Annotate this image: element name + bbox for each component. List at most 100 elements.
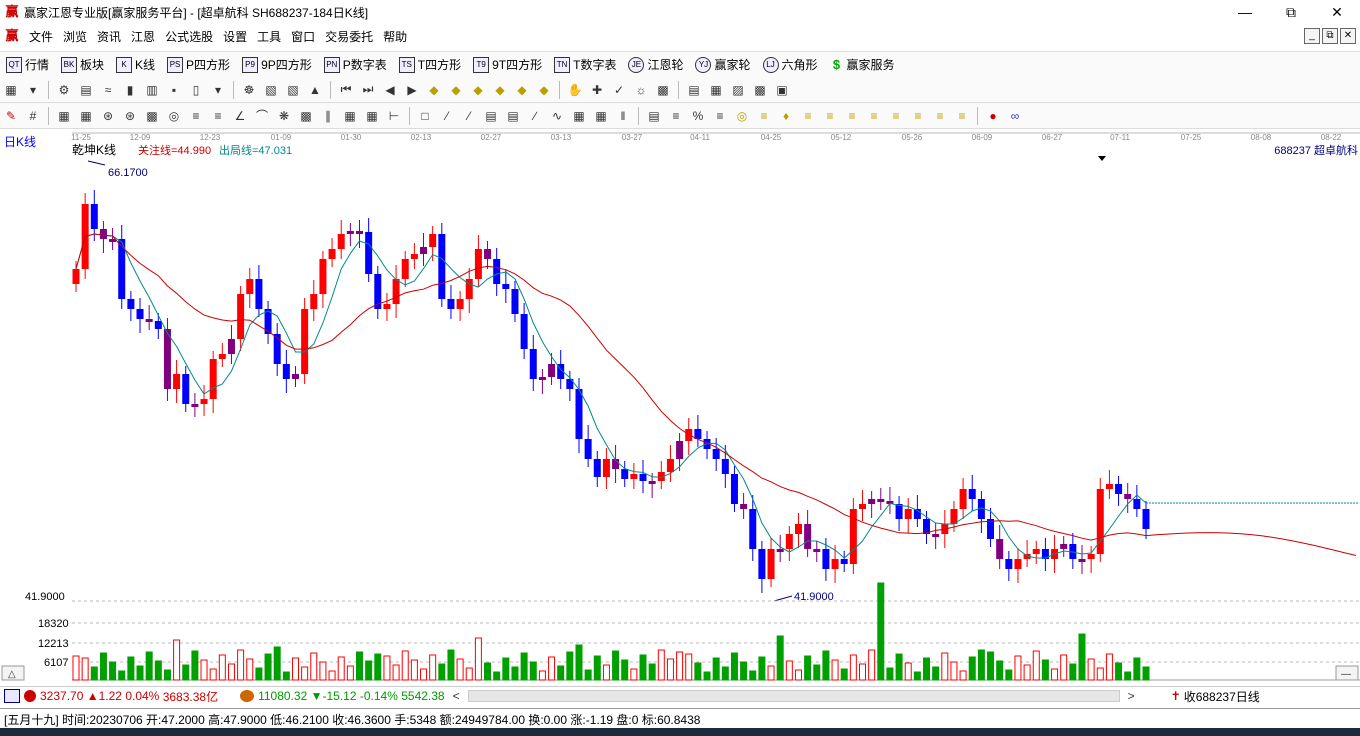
calc-icon[interactable]: ▦ <box>707 81 725 99</box>
gann-fan-icon[interactable]: ⊛ <box>99 107 117 125</box>
hatch-icon[interactable]: ▤ <box>504 107 522 125</box>
hatch-icon[interactable]: ▤ <box>482 107 500 125</box>
menu-browse[interactable]: 浏览 <box>58 28 92 45</box>
scroll-right-icon[interactable]: > <box>1128 689 1135 703</box>
hash-icon[interactable]: # <box>24 107 42 125</box>
infinity-icon[interactable]: ∞ <box>1006 107 1024 125</box>
gann-icon[interactable]: ☼ <box>632 81 650 99</box>
parallel-icon[interactable]: ‖ <box>614 107 632 125</box>
slash-icon[interactable]: ⁄ <box>438 107 456 125</box>
settings-icon[interactable]: ☸ <box>240 81 258 99</box>
tb-service-button[interactable]: $ 赢家服务 <box>824 56 901 73</box>
tb-p-square-button[interactable]: PS P四方形 <box>161 56 236 73</box>
favorite-icon[interactable]: ✝ <box>1171 689 1181 703</box>
dropdown-icon[interactable]: ▾ <box>24 81 42 99</box>
slash-icon[interactable]: ⁄ <box>460 107 478 125</box>
scroll-up-icon[interactable]: △ <box>8 669 16 680</box>
diamond-icon[interactable]: ◆ <box>447 81 465 99</box>
chart-svg[interactable]: 11-25 12-09 12-23 01-09 01-30 02-13 02-27 03-13… <box>0 129 1360 684</box>
tb-9t-square-button[interactable]: T9 9T四方形 <box>467 56 548 73</box>
lines-icon[interactable]: ∥ <box>319 107 337 125</box>
box-icon[interactable]: ▩ <box>297 107 315 125</box>
mdi-close-icon[interactable]: ✕ <box>1340 28 1356 44</box>
gold-icon[interactable]: ≡ <box>799 107 817 125</box>
diamond-icon[interactable]: ◆ <box>513 81 531 99</box>
next-icon[interactable]: ▶ <box>403 81 421 99</box>
pattern-icon[interactable]: ▩ <box>654 81 672 99</box>
compare2-icon[interactable]: ▧ <box>284 81 302 99</box>
tb-quote-button[interactable]: QT 行情 <box>0 56 55 73</box>
draw-icon[interactable]: ✓ <box>610 81 628 99</box>
tb-hexagon-button[interactable]: LJ 六角形 <box>757 56 824 73</box>
calendar-icon[interactable]: ▤ <box>685 81 703 99</box>
gold-icon[interactable]: ≡ <box>755 107 773 125</box>
hand-icon[interactable]: ✋ <box>566 81 584 99</box>
print-icon[interactable]: ▩ <box>751 81 769 99</box>
table-icon[interactable]: ▤ <box>645 107 663 125</box>
lines-icon[interactable]: ≡ <box>209 107 227 125</box>
tb-p-number-button[interactable]: PN P数字表 <box>318 56 393 73</box>
crosshair-icon[interactable]: ✚ <box>588 81 606 99</box>
last-icon[interactable]: ⏭ <box>359 81 377 99</box>
restore-icon[interactable]: ⧉ <box>1268 0 1314 24</box>
zigzag-icon[interactable]: ∿ <box>548 107 566 125</box>
gann-fan-icon[interactable]: ⊛ <box>121 107 139 125</box>
grid-icon[interactable]: ▦ <box>570 107 588 125</box>
box-icon[interactable]: ▪ <box>165 81 183 99</box>
tb-sector-button[interactable]: BK 板块 <box>55 56 110 73</box>
close-icon[interactable]: ✕ <box>1314 0 1360 24</box>
menu-window[interactable]: 窗口 <box>286 28 320 45</box>
minimize-icon[interactable]: — <box>1222 0 1268 24</box>
compare-icon[interactable]: ▧ <box>262 81 280 99</box>
export-icon[interactable]: ▣ <box>773 81 791 99</box>
menu-trade[interactable]: 交易委托 <box>320 28 378 45</box>
zoom-icon[interactable]: ⚙ <box>55 81 73 99</box>
prev-icon[interactable]: ◀ <box>381 81 399 99</box>
star-icon[interactable]: ❋ <box>275 107 293 125</box>
fib-icon[interactable]: ≡ <box>711 107 729 125</box>
diamond-icon[interactable]: ◆ <box>469 81 487 99</box>
diamond-icon[interactable]: ◆ <box>535 81 553 99</box>
trend-icon[interactable]: ∕ <box>526 107 544 125</box>
gold-icon[interactable]: ≡ <box>931 107 949 125</box>
gann-box-icon[interactable]: ▩ <box>143 107 161 125</box>
gold-icon[interactable]: ≡ <box>909 107 927 125</box>
highlight-icon[interactable]: ▲ <box>306 81 324 99</box>
gold-icon[interactable]: ≡ <box>843 107 861 125</box>
grid-icon[interactable]: ▦ <box>363 107 381 125</box>
grid-icon[interactable] <box>4 689 20 703</box>
scroll-right-icon[interactable]: — <box>1341 669 1351 680</box>
fib-icon[interactable]: ≡ <box>667 107 685 125</box>
menu-tools[interactable]: 工具 <box>252 28 286 45</box>
bar-chart-icon[interactable]: ▥ <box>143 81 161 99</box>
diamond-icon[interactable]: ◆ <box>491 81 509 99</box>
gold-icon[interactable]: ≡ <box>821 107 839 125</box>
period-select-icon[interactable]: ▦ <box>2 81 20 99</box>
gold-icon[interactable]: ≡ <box>865 107 883 125</box>
menu-settings[interactable]: 设置 <box>218 28 252 45</box>
pen-icon[interactable]: ✎ <box>2 107 20 125</box>
tb-t-number-button[interactable]: TN T数字表 <box>548 56 622 73</box>
kline-chart[interactable]: 11-25 12-09 12-23 01-09 01-30 02-13 02-27 03-13… <box>0 129 1360 684</box>
menu-gann[interactable]: 江恩 <box>126 28 160 45</box>
gann-grid-icon[interactable]: ▦ <box>77 107 95 125</box>
gold-icon[interactable]: ≡ <box>887 107 905 125</box>
save-icon[interactable]: ▨ <box>729 81 747 99</box>
diamond-icon[interactable]: ◆ <box>425 81 443 99</box>
percent-icon[interactable]: % <box>689 107 707 125</box>
document-icon[interactable]: ▤ <box>77 81 95 99</box>
dropdown-icon[interactable]: ▾ <box>209 81 227 99</box>
chart-wave-icon[interactable]: ≈ <box>99 81 117 99</box>
mdi-app-icon[interactable]: 赢 <box>4 28 20 44</box>
color-icon[interactable]: ● <box>984 107 1002 125</box>
grid-icon[interactable]: ▦ <box>341 107 359 125</box>
menu-help[interactable]: 帮助 <box>378 28 412 45</box>
first-icon[interactable]: ⏮ <box>337 81 355 99</box>
menu-news[interactable]: 资讯 <box>92 28 126 45</box>
angle-icon[interactable]: ∠ <box>231 107 249 125</box>
bracket-icon[interactable]: ⊢ <box>385 107 403 125</box>
arc-icon[interactable]: ⌒ <box>253 107 271 125</box>
tb-winner-wheel-button[interactable]: YJ 赢家轮 <box>689 56 756 73</box>
gold-icon[interactable]: ◎ <box>733 107 751 125</box>
mdi-restore-icon[interactable]: ⧉ <box>1322 28 1338 44</box>
